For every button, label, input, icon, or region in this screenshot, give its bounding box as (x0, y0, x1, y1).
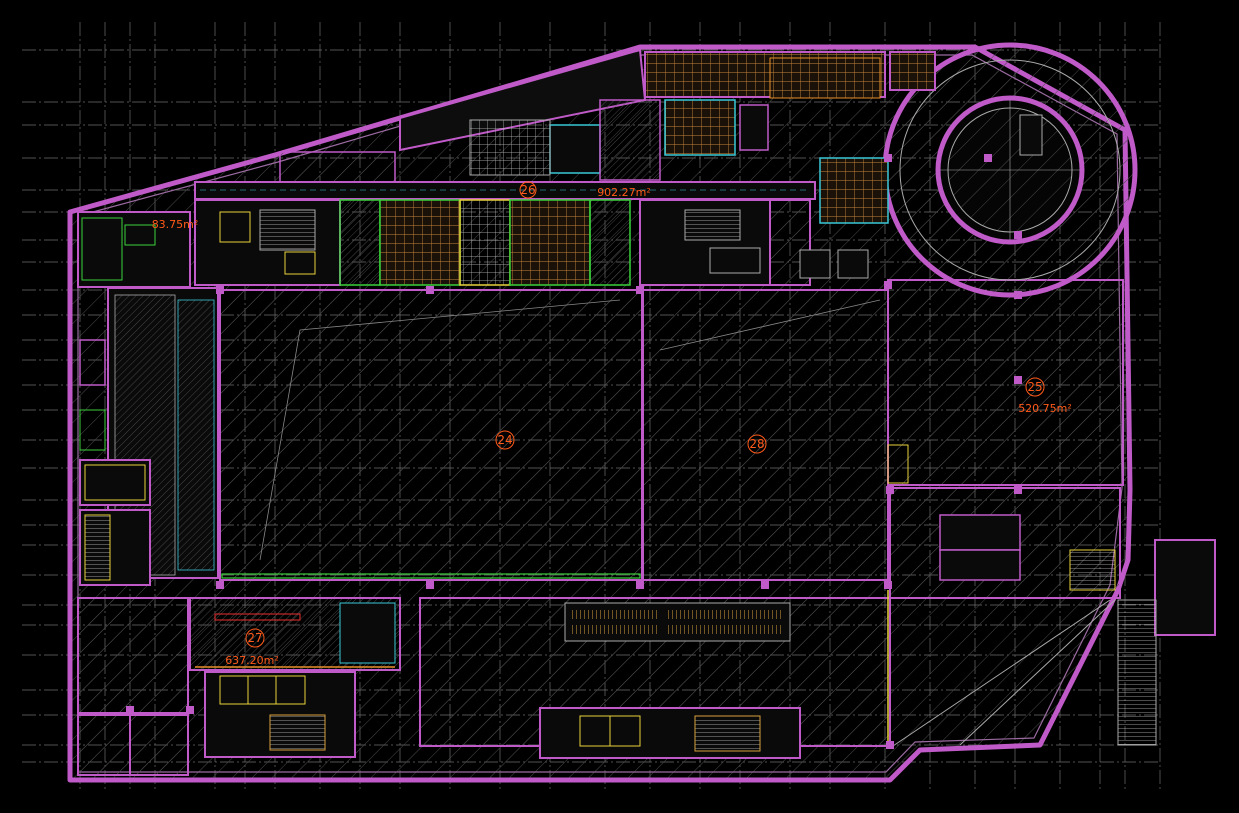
zone-25-area: 520.75m² (1018, 402, 1072, 415)
zone-25-id: 25 (1027, 380, 1042, 394)
zone-27-area: 637.20m² (225, 654, 279, 667)
column (886, 486, 894, 494)
column (216, 581, 224, 589)
column (1014, 376, 1022, 384)
column (884, 581, 892, 589)
column (1014, 291, 1022, 299)
column (636, 286, 644, 294)
column (884, 281, 892, 289)
zone-west-area: 83.75m² (152, 218, 199, 231)
cad-floor-plan: 24 28 25 520.75m² 26 902.27m² 27 637.20m… (22, 22, 1216, 790)
column (984, 154, 992, 162)
room-27 (189, 597, 401, 671)
zone-26-area: 902.27m² (597, 186, 651, 199)
column (636, 581, 644, 589)
column (216, 286, 224, 294)
column (886, 741, 894, 749)
column (761, 581, 769, 589)
column (884, 154, 892, 162)
hall-28 (642, 289, 889, 581)
hall-25 (887, 279, 1124, 486)
column (126, 706, 134, 714)
column (1014, 486, 1022, 494)
column (426, 286, 434, 294)
column (186, 706, 194, 714)
zone-26-id: 26 (520, 183, 535, 197)
zone-24-id: 24 (497, 433, 512, 447)
column (1014, 231, 1022, 239)
hall-24 (219, 289, 643, 581)
service-core-row (194, 199, 869, 286)
zone-28-id: 28 (749, 437, 764, 451)
zone-27-id: 27 (247, 631, 262, 645)
column (426, 581, 434, 589)
north-corridor (194, 181, 816, 200)
